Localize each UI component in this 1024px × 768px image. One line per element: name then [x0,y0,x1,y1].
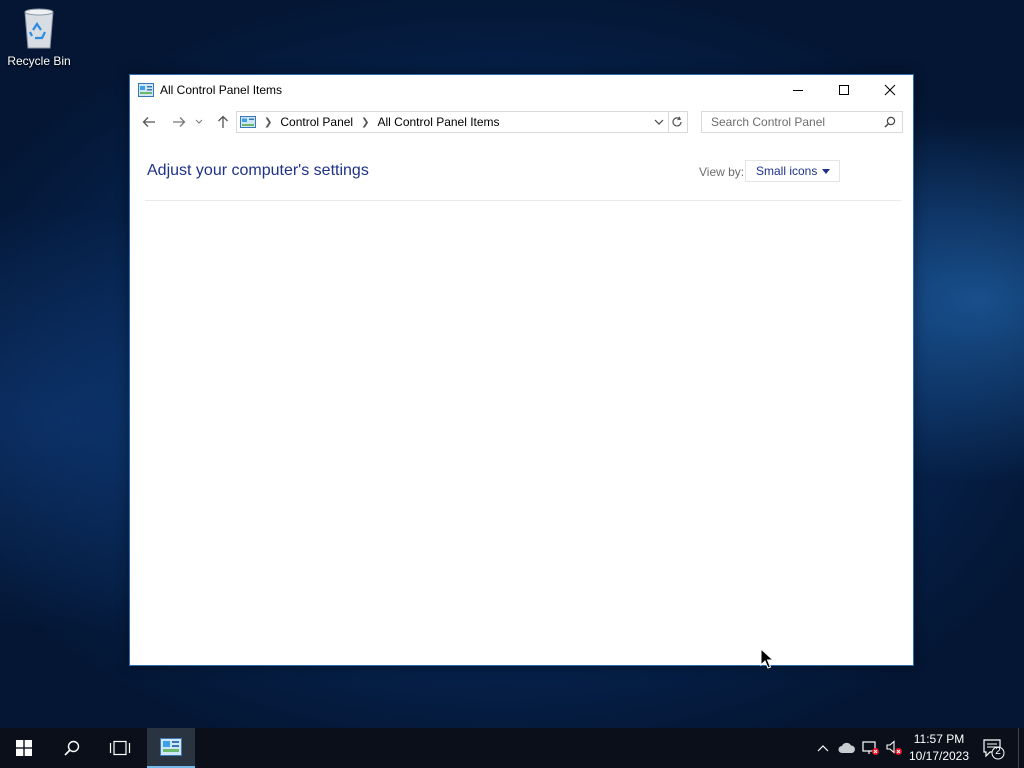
control-panel-icon [138,83,154,97]
forward-arrow-icon [173,117,186,127]
back-button[interactable] [138,111,160,133]
recent-locations-button[interactable] [192,111,206,133]
control-panel-window: All Control Panel Items ❯ Control Panel … [129,74,914,666]
breadcrumb-separator-icon: ❯ [264,116,273,128]
mouse-pointer-icon [760,648,774,669]
recycle-bin-label: Recycle Bin [7,54,71,68]
breadcrumb-separator-icon: ❯ [361,116,370,128]
search-icon [64,740,80,756]
network-disconnected-icon [862,741,879,755]
onedrive-tray-button[interactable] [838,740,856,756]
refresh-icon [672,116,682,127]
control-panel-icon [160,738,182,756]
title-bar[interactable]: All Control Panel Items [130,75,913,105]
action-center-button[interactable]: 2 [981,738,1005,760]
chevron-down-icon [195,119,203,124]
clock-time: 11:57 PM [913,732,965,746]
clock-date: 10/17/2023 [908,749,970,763]
search-icon[interactable] [884,116,896,128]
minimize-button[interactable] [775,75,821,105]
control-panel-icon [240,116,256,128]
task-view-icon [109,740,131,756]
up-button[interactable] [212,111,234,133]
task-view-button[interactable] [96,728,144,768]
windows-logo-icon [16,740,32,756]
recycle-bin-icon [24,8,54,49]
navigation-bar: ❯ Control Panel ❯ All Control Panel Item… [130,109,913,135]
search-box[interactable] [701,111,903,133]
volume-tray-button[interactable] [885,740,903,756]
caret-down-icon [822,168,831,174]
recycle-bin-desktop-icon[interactable]: Recycle Bin [4,6,74,76]
taskbar-control-panel[interactable] [147,728,195,768]
address-dropdown-icon[interactable] [653,116,665,128]
forward-button[interactable] [168,111,190,133]
maximize-button[interactable] [821,75,867,105]
view-by-value: Small icons [756,164,818,178]
chevron-up-icon [817,745,829,752]
view-by-label: View by: [699,165,745,179]
speaker-muted-icon [886,740,902,755]
address-bar[interactable]: ❯ Control Panel ❯ All Control Panel Item… [236,111,669,133]
maximize-icon [839,85,849,95]
search-taskbar-button[interactable] [48,728,96,768]
breadcrumb-all-items[interactable]: All Control Panel Items [378,115,500,129]
network-tray-button[interactable] [862,740,880,756]
page-heading: Adjust your computer's settings [147,162,369,179]
breadcrumb-control-panel[interactable]: Control Panel [280,115,353,129]
content-divider [145,200,901,201]
minimize-icon [793,90,803,91]
up-arrow-icon [218,115,228,128]
system-clock[interactable]: 11:57 PM 10/17/2023 [904,731,974,765]
start-button[interactable] [0,728,48,768]
view-by-dropdown[interactable]: Small icons [745,160,840,182]
show-hidden-icons-button[interactable] [814,740,832,756]
refresh-button[interactable] [667,111,688,133]
close-icon [884,84,896,96]
show-desktop-button[interactable] [1018,728,1024,768]
close-button[interactable] [867,75,913,105]
taskbar: 11:57 PM 10/17/2023 2 [0,728,1024,768]
search-input[interactable] [709,114,883,130]
back-arrow-icon [142,117,155,127]
cloud-icon [838,742,855,753]
notification-count: 2 [995,746,1001,757]
window-title: All Control Panel Items [160,83,283,97]
